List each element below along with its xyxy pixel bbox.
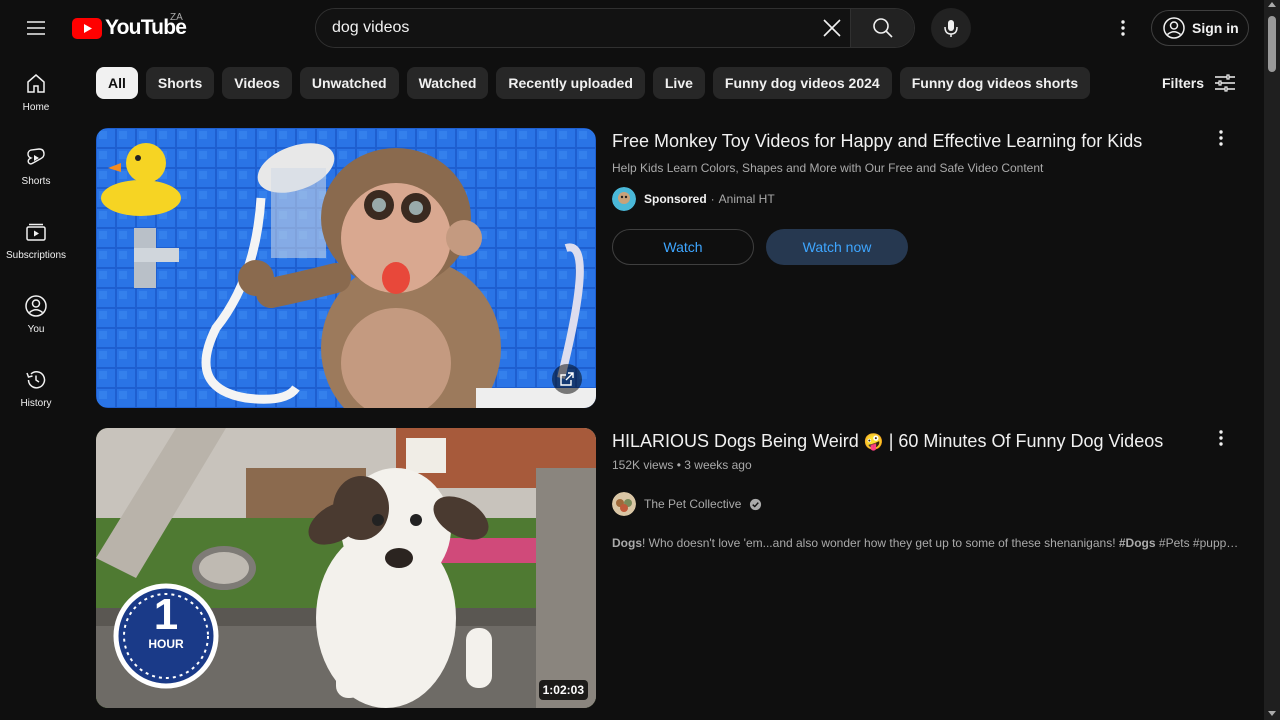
- video-result: 1 HOUR 1:02:03 HILARIOUS Dogs Being Weir…: [96, 428, 1246, 708]
- shorts-icon: [27, 148, 45, 165]
- settings-menu-button[interactable]: [1103, 8, 1143, 48]
- search-bar: [315, 8, 915, 48]
- filters-button[interactable]: Filters: [1150, 67, 1248, 99]
- view-count: 152K views: [612, 458, 674, 472]
- sidebar-item-history[interactable]: History: [0, 352, 72, 426]
- subscriptions-icon: [26, 223, 46, 241]
- you-icon: [25, 295, 47, 317]
- sidebar-item-subscriptions[interactable]: Subscriptions: [0, 204, 72, 278]
- ad-description: Help Kids Learn Colors, Shapes and More …: [612, 161, 1044, 175]
- clear-search-button[interactable]: [814, 9, 850, 47]
- ad-thumbnail[interactable]: [96, 128, 596, 408]
- history-icon: [26, 371, 46, 389]
- video-menu-button[interactable]: [1206, 428, 1236, 448]
- video-title-part1: HILARIOUS Dogs Being Weird: [612, 431, 859, 451]
- chip-funny-dog-videos-shorts[interactable]: Funny dog videos shorts: [899, 67, 1091, 99]
- sponsor-row: Sponsored · Animal HT: [612, 187, 1232, 211]
- ad-menu-button[interactable]: [1206, 128, 1236, 148]
- filter-chips-bar: All Shorts Videos Unwatched Watched Rece…: [96, 67, 1091, 99]
- chip-all[interactable]: All: [96, 67, 138, 99]
- mini-guide: Home Shorts Subscriptions You History: [0, 56, 72, 426]
- sidebar-item-label: Shorts: [21, 176, 51, 187]
- channel-name: The Pet Collective: [644, 497, 742, 511]
- chip-live[interactable]: Live: [652, 67, 705, 99]
- advertiser-avatar: [612, 187, 636, 211]
- ad-title[interactable]: Free Monkey Toy Videos for Happy and Eff…: [612, 128, 1232, 154]
- video-duration: 1:02:03: [538, 680, 588, 700]
- sidebar-item-you[interactable]: You: [0, 278, 72, 352]
- upload-age: 3 weeks ago: [684, 458, 752, 472]
- badge-number: 1: [153, 590, 179, 639]
- video-title[interactable]: HILARIOUS Dogs Being Weird 🤪 | 60 Minute…: [612, 428, 1232, 456]
- top-header: YouTube ZA Sign in: [0, 0, 1264, 56]
- advertiser-name: Animal HT: [718, 192, 775, 206]
- ad-result: Free Monkey Toy Videos for Happy and Eff…: [96, 128, 1246, 408]
- filters-label: Filters: [1162, 75, 1205, 91]
- chip-shorts[interactable]: Shorts: [145, 67, 215, 99]
- sidebar-item-label: Home: [22, 102, 50, 113]
- search-input[interactable]: [316, 9, 814, 47]
- hamburger-icon: [27, 21, 45, 35]
- ad-buttons: Watch Watch now: [612, 229, 1232, 265]
- one-hour-badge: 1 HOUR: [116, 590, 216, 652]
- tune-icon: [1215, 74, 1236, 92]
- meta-separator: •: [676, 458, 681, 472]
- chip-unwatched[interactable]: Unwatched: [299, 67, 399, 99]
- close-icon: [823, 19, 841, 37]
- watch-button[interactable]: Watch: [612, 229, 754, 265]
- more-vertical-icon: [1121, 20, 1125, 36]
- sidebar-item-home[interactable]: Home: [0, 56, 72, 130]
- sign-in-button[interactable]: Sign in: [1151, 10, 1249, 46]
- page-scrollbar[interactable]: [1264, 0, 1280, 720]
- sidebar-item-label: History: [20, 398, 52, 409]
- open-external-button[interactable]: [552, 364, 582, 394]
- sign-in-label: Sign in: [1192, 20, 1239, 36]
- menu-button[interactable]: [16, 8, 56, 48]
- scroll-down-arrow[interactable]: [1268, 711, 1276, 716]
- video-snippet: Dogs! Who doesn't love 'em...and also wo…: [612, 536, 1242, 550]
- monkey-thumbnail-image: [96, 128, 596, 408]
- youtube-play-icon: [72, 17, 102, 39]
- microphone-icon: [944, 20, 958, 37]
- separator: ·: [710, 192, 715, 206]
- scroll-up-arrow[interactable]: [1268, 2, 1276, 7]
- chip-watched[interactable]: Watched: [406, 67, 489, 99]
- video-metadata: 152K views • 3 weeks ago: [612, 458, 1232, 472]
- chip-funny-dog-videos-2024[interactable]: Funny dog videos 2024: [712, 67, 892, 99]
- snippet-bold2: #Dogs: [1118, 536, 1156, 550]
- sidebar-item-shorts[interactable]: Shorts: [0, 130, 72, 204]
- more-vertical-icon: [1219, 130, 1223, 146]
- badge-word: HOUR: [148, 637, 184, 651]
- video-thumbnail[interactable]: 1 HOUR 1:02:03: [96, 428, 596, 708]
- search-button[interactable]: [850, 9, 914, 47]
- channel-row[interactable]: The Pet Collective: [612, 492, 1232, 516]
- more-vertical-icon: [1219, 430, 1223, 446]
- dog-thumbnail-image: [96, 428, 596, 708]
- country-code: ZA: [170, 12, 183, 23]
- open-in-new-icon: [560, 372, 574, 386]
- chip-recently-uploaded[interactable]: Recently uploaded: [496, 67, 645, 99]
- search-icon: [872, 18, 893, 38]
- video-info: HILARIOUS Dogs Being Weird 🤪 | 60 Minute…: [612, 428, 1242, 550]
- sidebar-item-label: You: [27, 324, 45, 335]
- snippet-text1: ! Who doesn't love 'em...and also wonder…: [642, 536, 1119, 550]
- account-circle-icon: [1163, 17, 1185, 39]
- youtube-logo[interactable]: YouTube ZA: [72, 12, 187, 42]
- sponsored-label: Sponsored: [644, 192, 707, 206]
- sidebar-item-label: Subscriptions: [5, 250, 67, 261]
- video-title-part2: | 60 Minutes Of Funny Dog Videos: [888, 431, 1164, 451]
- snippet-text2: #Pets #puppy ...: [1155, 536, 1242, 550]
- channel-avatar: [612, 492, 636, 516]
- home-icon: [27, 74, 45, 93]
- ad-info: Free Monkey Toy Videos for Happy and Eff…: [612, 128, 1232, 265]
- title-emoji: 🤪: [863, 434, 884, 451]
- scroll-thumb[interactable]: [1268, 16, 1276, 72]
- chip-videos[interactable]: Videos: [222, 67, 292, 99]
- snippet-bold1: Dogs: [612, 536, 642, 550]
- watch-now-button[interactable]: Watch now: [766, 229, 908, 265]
- youtube-app: YouTube ZA Sign in Home: [0, 0, 1280, 720]
- voice-search-button[interactable]: [931, 8, 971, 48]
- verified-check-icon: [750, 498, 762, 510]
